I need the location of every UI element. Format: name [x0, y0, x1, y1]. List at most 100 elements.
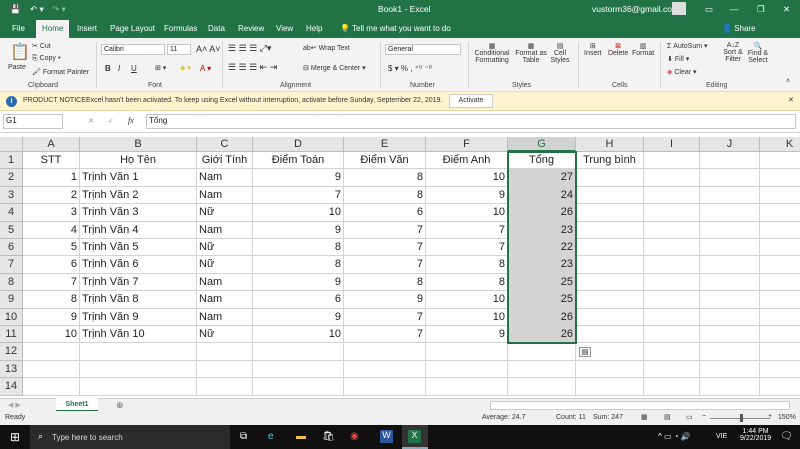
row-header[interactable]: 3	[0, 186, 23, 205]
cell-b13[interactable]	[80, 360, 197, 379]
cell-c14[interactable]	[197, 378, 253, 396]
redo-icon[interactable]: ↷ ▾	[52, 4, 66, 15]
cell-d1[interactable]: Điểm Toán	[253, 152, 344, 170]
tab-view[interactable]: View	[276, 24, 293, 33]
cell-g5[interactable]: 23	[508, 221, 576, 239]
minimize-icon[interactable]: —	[730, 4, 739, 14]
cell-d3[interactable]: 7	[253, 186, 344, 205]
fill-button[interactable]: ⬇ Fill ▾	[667, 55, 689, 63]
cell-e12[interactable]	[344, 343, 426, 361]
cell-c5[interactable]: Nam	[197, 221, 253, 239]
tab-data[interactable]: Data	[208, 24, 225, 33]
cell-f1[interactable]: Điểm Anh	[426, 152, 508, 170]
cell-e5[interactable]: 7	[344, 221, 426, 239]
cell-e3[interactable]: 8	[344, 186, 426, 205]
autosum-button[interactable]: Σ AutoSum ▾	[667, 42, 708, 50]
cell[interactable]	[700, 343, 760, 361]
cell-b9[interactable]: Trịnh Văn 8	[80, 291, 197, 309]
column-header-i[interactable]: I	[644, 137, 700, 152]
cell-h5[interactable]	[576, 221, 644, 239]
restore-icon[interactable]: ❐	[757, 4, 765, 15]
tray-icons[interactable]: ^ ▭ ◔ 🔊	[658, 432, 691, 441]
vertical-align-icons[interactable]: ☰ ☰ ☰ ⤢▾	[228, 43, 271, 54]
cell-c1[interactable]: Giới Tính	[197, 152, 253, 170]
activate-button[interactable]: Activate	[449, 94, 493, 108]
cell-g2[interactable]: 27	[508, 169, 576, 187]
page-break-view-icon[interactable]: ▭	[686, 413, 693, 421]
cell-g14[interactable]	[508, 378, 576, 396]
cell-a14[interactable]	[23, 378, 80, 396]
cell-f10[interactable]: 10	[426, 308, 508, 326]
cell-h14[interactable]	[576, 378, 644, 396]
cell-a5[interactable]: 4	[23, 221, 80, 239]
cell-c12[interactable]	[197, 343, 253, 361]
row-header[interactable]: 14	[0, 378, 23, 396]
insert-function-button[interactable]: fx	[128, 116, 134, 125]
cell[interactable]	[644, 326, 700, 344]
quick-analysis-icon[interactable]: ▤	[579, 347, 591, 358]
row-header[interactable]: 4	[0, 204, 23, 222]
cell-a13[interactable]	[23, 360, 80, 379]
number-format-select[interactable]: General	[385, 44, 461, 55]
cell[interactable]	[760, 256, 800, 274]
zoom-slider-thumb[interactable]	[740, 414, 743, 422]
cell[interactable]	[700, 291, 760, 309]
cell[interactable]	[644, 308, 700, 326]
sort-filter-button[interactable]: A↓Z Sort & Filter	[720, 42, 746, 63]
taskbar-search[interactable]: ⌕ Type here to search	[30, 425, 230, 449]
cell[interactable]	[700, 273, 760, 292]
cell[interactable]	[700, 256, 760, 274]
cancel-icon[interactable]: ✕	[88, 117, 94, 125]
column-header-d[interactable]: D	[253, 137, 344, 152]
account-name[interactable]: vustorm36@gmail.com	[592, 4, 679, 14]
cell-b2[interactable]: Trịnh Văn 1	[80, 169, 197, 187]
cell-f4[interactable]: 10	[426, 204, 508, 222]
cell[interactable]	[700, 378, 760, 396]
cell-b4[interactable]: Trịnh Văn 3	[80, 204, 197, 222]
cell-c10[interactable]: Nam	[197, 308, 253, 326]
cell-h6[interactable]	[576, 239, 644, 257]
cell-e13[interactable]	[344, 360, 426, 379]
formula-input[interactable]: Tổng	[146, 114, 796, 129]
cell[interactable]	[700, 308, 760, 326]
paste-button[interactable]: Paste	[8, 64, 26, 71]
cell-g6[interactable]: 22	[508, 239, 576, 257]
row-header[interactable]: 11	[0, 326, 23, 344]
cell[interactable]	[644, 169, 700, 187]
cell-g4[interactable]: 26	[508, 204, 576, 222]
cell-g12[interactable]	[508, 343, 576, 361]
cell[interactable]	[760, 204, 800, 222]
cell-f14[interactable]	[426, 378, 508, 396]
copy-button[interactable]: ⎘ Copy ▾	[32, 55, 61, 63]
delete-cells-button[interactable]: ⊠ Delete	[608, 42, 628, 57]
tab-formulas[interactable]: Formulas	[164, 24, 197, 33]
cell[interactable]	[760, 291, 800, 309]
font-name-select[interactable]: Calibri	[101, 44, 165, 55]
cell-c2[interactable]: Nam	[197, 169, 253, 187]
cell-a4[interactable]: 3	[23, 204, 80, 222]
cell-b14[interactable]	[80, 378, 197, 396]
language-indicator[interactable]: VIE	[716, 433, 727, 440]
tab-insert[interactable]: Insert	[77, 24, 97, 33]
cell-a3[interactable]: 2	[23, 186, 80, 205]
cell[interactable]	[760, 152, 800, 170]
cell-e14[interactable]	[344, 378, 426, 396]
cell-g7[interactable]: 23	[508, 256, 576, 274]
notifications-icon[interactable]: 🗨	[780, 431, 793, 442]
cell-b5[interactable]: Trịnh Văn 4	[80, 221, 197, 239]
word-icon[interactable]: W	[380, 430, 393, 443]
cell[interactable]	[760, 187, 800, 205]
cell[interactable]	[644, 239, 700, 257]
cell[interactable]	[644, 221, 700, 239]
cell[interactable]	[760, 343, 800, 361]
row-header[interactable]: 7	[0, 256, 23, 274]
cell-e11[interactable]: 7	[344, 326, 426, 344]
cell[interactable]	[644, 186, 700, 205]
cell[interactable]	[700, 152, 760, 170]
cell-d12[interactable]	[253, 343, 344, 361]
tab-help[interactable]: Help	[306, 24, 322, 33]
cell-h3[interactable]	[576, 186, 644, 205]
column-header-b[interactable]: B	[80, 137, 197, 152]
chrome-icon[interactable]: ◉	[350, 431, 359, 442]
tell-me-search[interactable]: 💡 Tell me what you want to do	[340, 24, 451, 33]
